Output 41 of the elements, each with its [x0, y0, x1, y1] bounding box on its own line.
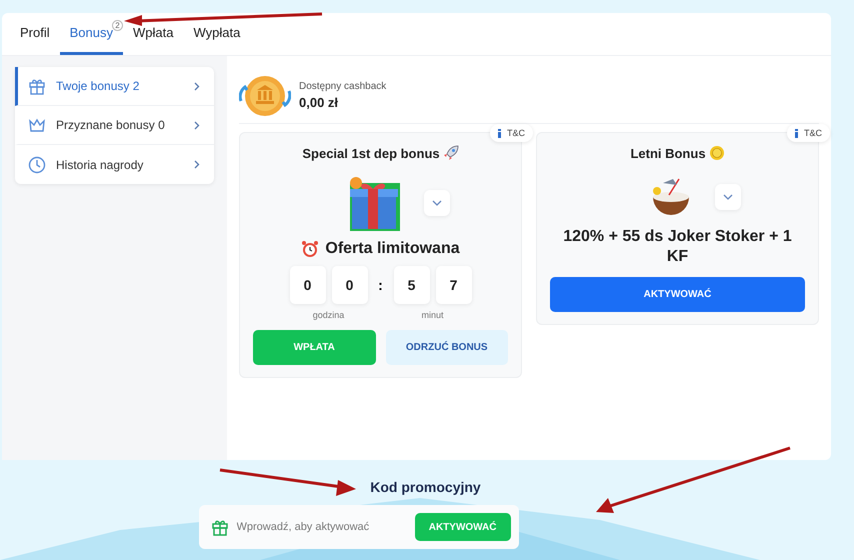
terms-button[interactable]: T&C [490, 124, 533, 142]
cashback-amount: 0,00 zł [299, 95, 340, 110]
sidebar-item[interactable]: Przyznane bonusy 0 [15, 106, 214, 145]
sidebar-item[interactable]: Historia nagrody [15, 145, 214, 184]
alarm-clock-icon [301, 240, 320, 258]
bonus-title: Letni Bonus [630, 146, 706, 160]
cashback-label: Dostępny cashback [299, 81, 386, 92]
expand-button[interactable] [714, 184, 740, 210]
rocket-icon [442, 145, 459, 161]
timer-unit-label: minut [420, 310, 444, 320]
timer-digit: 0 [290, 266, 326, 304]
activate-button[interactable]: AKTYWOWAĆ [550, 277, 805, 312]
info-icon [498, 128, 501, 138]
expand-button[interactable] [424, 190, 450, 216]
timer-digit: 0 [332, 266, 368, 304]
tab[interactable]: Profil [10, 13, 60, 55]
chevron-down-icon [432, 200, 442, 206]
chevron-right-icon [194, 82, 200, 90]
chevron-right-icon [194, 120, 200, 130]
bonus-headline: Oferta limitowana [325, 239, 460, 259]
promo-code-title: Kod promocyjny [370, 479, 481, 495]
gift-icon [28, 77, 46, 95]
gift-icon [210, 518, 228, 536]
chevron-down-icon [722, 194, 732, 200]
timer-unit-label: godzina [312, 310, 346, 320]
tab-count-badge: 2 [112, 20, 123, 31]
info-icon [795, 128, 798, 138]
sidebar-item[interactable]: Twoje bonusy 2 [15, 67, 214, 106]
clock-icon [28, 156, 46, 174]
tab[interactable]: Wpłata [123, 13, 184, 55]
crown-icon [28, 116, 46, 134]
timer-digit: 5 [394, 266, 430, 304]
tab[interactable]: Wypłata [183, 13, 250, 55]
sun-icon [708, 145, 725, 161]
bonus-headline: 120% + 55 ds Joker Stoker + 1 KF [562, 227, 793, 267]
terms-button[interactable]: T&C [787, 124, 830, 142]
timer-digit: 7 [436, 266, 472, 304]
timer-separator: : [377, 277, 384, 293]
chevron-right-icon [194, 160, 200, 169]
bonus-title: Special 1st dep bonus [302, 146, 440, 160]
reject-bonus-button[interactable]: ODRZUĆ BONUS [386, 330, 508, 365]
